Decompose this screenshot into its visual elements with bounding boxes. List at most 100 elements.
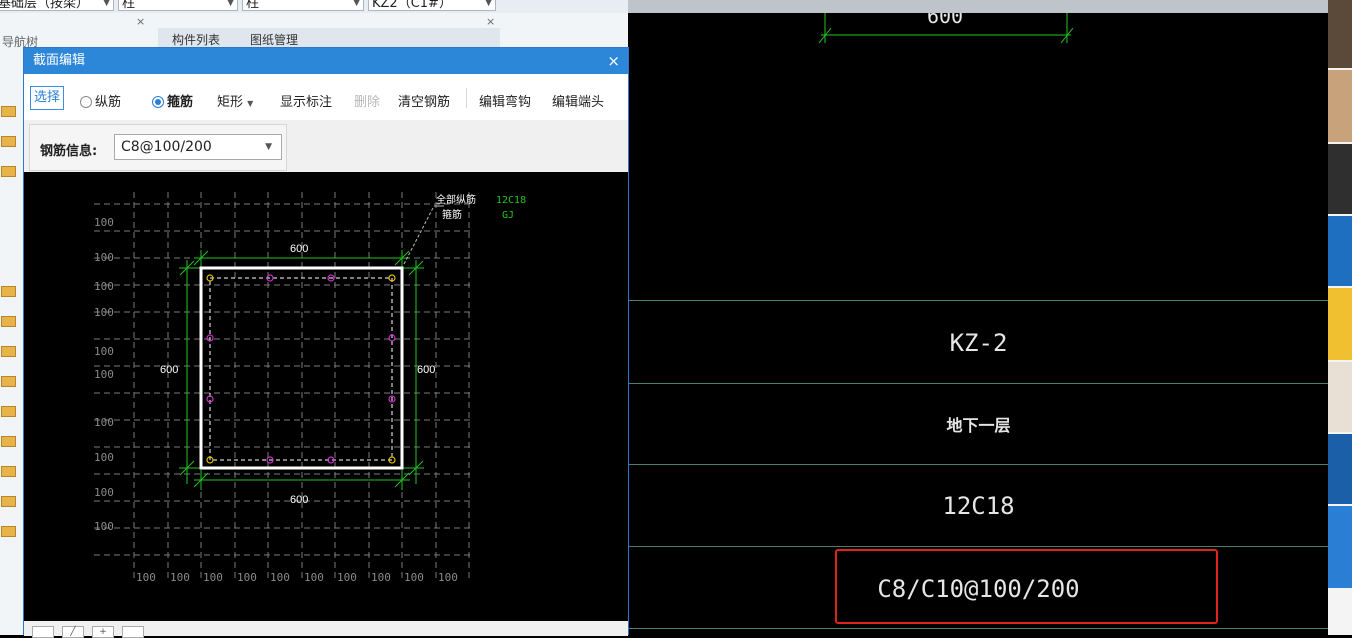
participant-avatar[interactable] [1328,216,1352,286]
chevron-down-icon: ▼ [353,0,360,8]
folder-icon[interactable] [1,136,16,147]
folder-icon[interactable] [1,526,16,537]
longitudinal-radio[interactable]: 纵筋 [80,91,121,110]
floor-select[interactable]: 基础层（按梁） ▼ [0,0,114,11]
element-select-value: KZ2（C1#） [372,0,452,11]
folder-icon[interactable] [1,166,16,177]
section-drawing-canvas[interactable]: 100 100 100 100 100 100 100 100 100 100 … [24,172,628,621]
tab-drawing-management[interactable]: 图纸管理 [250,31,298,48]
chevron-down-icon: ▼ [247,99,254,108]
participant-avatar[interactable] [1328,70,1352,142]
participant-avatar[interactable] [1328,362,1352,432]
rebar-legend: 全部纵筋 12C18 箍筋 GJ [436,193,526,221]
legend-stirrup-value: GJ [502,210,514,221]
grid-col-label: 100 [270,571,290,584]
stirrup-outline[interactable] [209,277,393,461]
close-icon[interactable]: × [136,15,145,28]
folder-icon[interactable] [1,436,16,447]
tab-element-list[interactable]: 构件列表 [172,31,220,48]
folder-icon[interactable] [1,106,16,117]
view-button[interactable] [32,626,54,638]
category-select-value: 柱 [122,0,136,11]
stirrup-radio[interactable]: 箍筋 [152,91,193,110]
folder-icon[interactable] [1,346,16,357]
cad-floor-name: 地下一层 [946,416,1011,435]
rebar-info-label: 钢筋信息: [40,144,98,159]
grid-row-label: 100 [94,486,114,499]
video-participant-strip [1328,0,1352,635]
participant-avatar[interactable] [1328,288,1352,360]
clear-rebar-button[interactable]: 清空钢筋 [398,91,450,110]
cad-top-dimension: 600 [818,13,1074,44]
cad-row-divider [629,628,1328,629]
folder-icon[interactable] [1,376,16,387]
grid-row-label: 100 [94,520,114,533]
grid-col-label: 100 [136,571,156,584]
delete-button[interactable]: 删除 [354,91,380,110]
cad-top-dim-label: 600 [927,13,963,28]
draw-line-icon[interactable]: ╱ [62,626,84,638]
chevron-down-icon: ▼ [265,142,272,152]
dimension-top: 600 [290,243,308,255]
cad-title-strip [628,0,1328,13]
legend-all-longitudinal-label: 全部纵筋 [436,193,476,206]
grid-row-label: 100 [94,251,114,264]
stirrup-label: 箍筋 [167,95,194,110]
legend-all-longitudinal-value: 12C18 [496,195,526,206]
grid-col-label: 100 [304,571,324,584]
category-select[interactable]: 柱 ▼ [118,0,238,11]
type-select[interactable]: 柱 ▼ [242,0,364,11]
radio-selected-icon [152,96,164,108]
dimension-left: 600 [160,364,178,376]
cad-longitudinal-rebar: 12C18 [942,492,1015,520]
folder-icon[interactable] [1,316,16,327]
grid-col-label: 100 [371,571,391,584]
dialog-title: 截面编辑 [33,53,86,68]
highlight-box [835,549,1218,624]
add-point-icon[interactable]: + [92,626,114,638]
folder-icon[interactable] [1,286,16,297]
dimension-bottom: 600 [290,494,308,506]
grid-row-label: 100 [94,345,114,358]
chevron-down-icon: ▼ [103,0,110,8]
legend-stirrup-label: 箍筋 [442,208,462,221]
folder-icon[interactable] [1,466,16,477]
folder-icon[interactable] [1,496,16,507]
folder-icon[interactable] [1,406,16,417]
grid-row-label: 100 [94,416,114,429]
toolbar-divider [466,88,467,108]
participant-avatar[interactable] [1328,0,1352,68]
grid-lines [94,192,472,582]
cad-row-divider [629,300,1328,301]
grid-row-label: 100 [94,280,114,293]
close-icon[interactable]: × [607,48,620,74]
grid-col-label: 100 [203,571,223,584]
close-icon[interactable]: × [486,15,495,28]
show-labels-button[interactable]: 显示标注 [280,91,332,110]
top-toolbar: 基础层（按梁） ▼ 柱 ▼ 柱 ▼ KZ2（C1#） ▼ [0,0,628,13]
select-button[interactable]: 选择 [30,86,64,110]
longitudinal-label: 纵筋 [95,95,122,110]
dialog-titlebar[interactable]: 截面编辑 × [24,48,628,74]
chevron-down-icon: ▼ [485,0,492,8]
cad-column-name: KZ-2 [949,329,1008,357]
grid-row-label: 100 [94,368,114,381]
rebar-info-value: C8@100/200 [121,139,212,155]
section-drawing: 100 100 100 100 100 100 100 100 100 100 … [94,192,526,584]
element-select[interactable]: KZ2（C1#） ▼ [368,0,496,11]
view-button[interactable] [122,626,144,638]
type-select-value: 柱 [246,0,260,11]
edit-end-button[interactable]: 编辑端头 [552,91,604,110]
edit-hook-button[interactable]: 编辑弯钩 [479,91,531,110]
participant-avatar[interactable] [1328,144,1352,214]
cad-drawing-area[interactable]: 600 KZ-2 地下一层 12C18 C8/C10@100/200 [629,13,1328,635]
participant-avatar[interactable] [1328,506,1352,588]
grid-col-labels: 100 100 100 100 100 100 100 100 100 100 [136,571,458,584]
grid-row-labels: 100 100 100 100 100 100 100 100 100 100 [94,216,114,533]
section-edit-dialog: 截面编辑 × 选择 纵筋 箍筋 矩形 ▼ 显示标注 删除 清空钢筋 编辑弯钩 编… [23,47,629,638]
grid-col-label: 100 [170,571,190,584]
shape-select[interactable]: 矩形 ▼ [217,91,253,110]
shape-select-value: 矩形 [217,95,244,110]
rebar-info-select[interactable]: C8@100/200 ▼ [114,134,282,160]
participant-avatar[interactable] [1328,434,1352,504]
